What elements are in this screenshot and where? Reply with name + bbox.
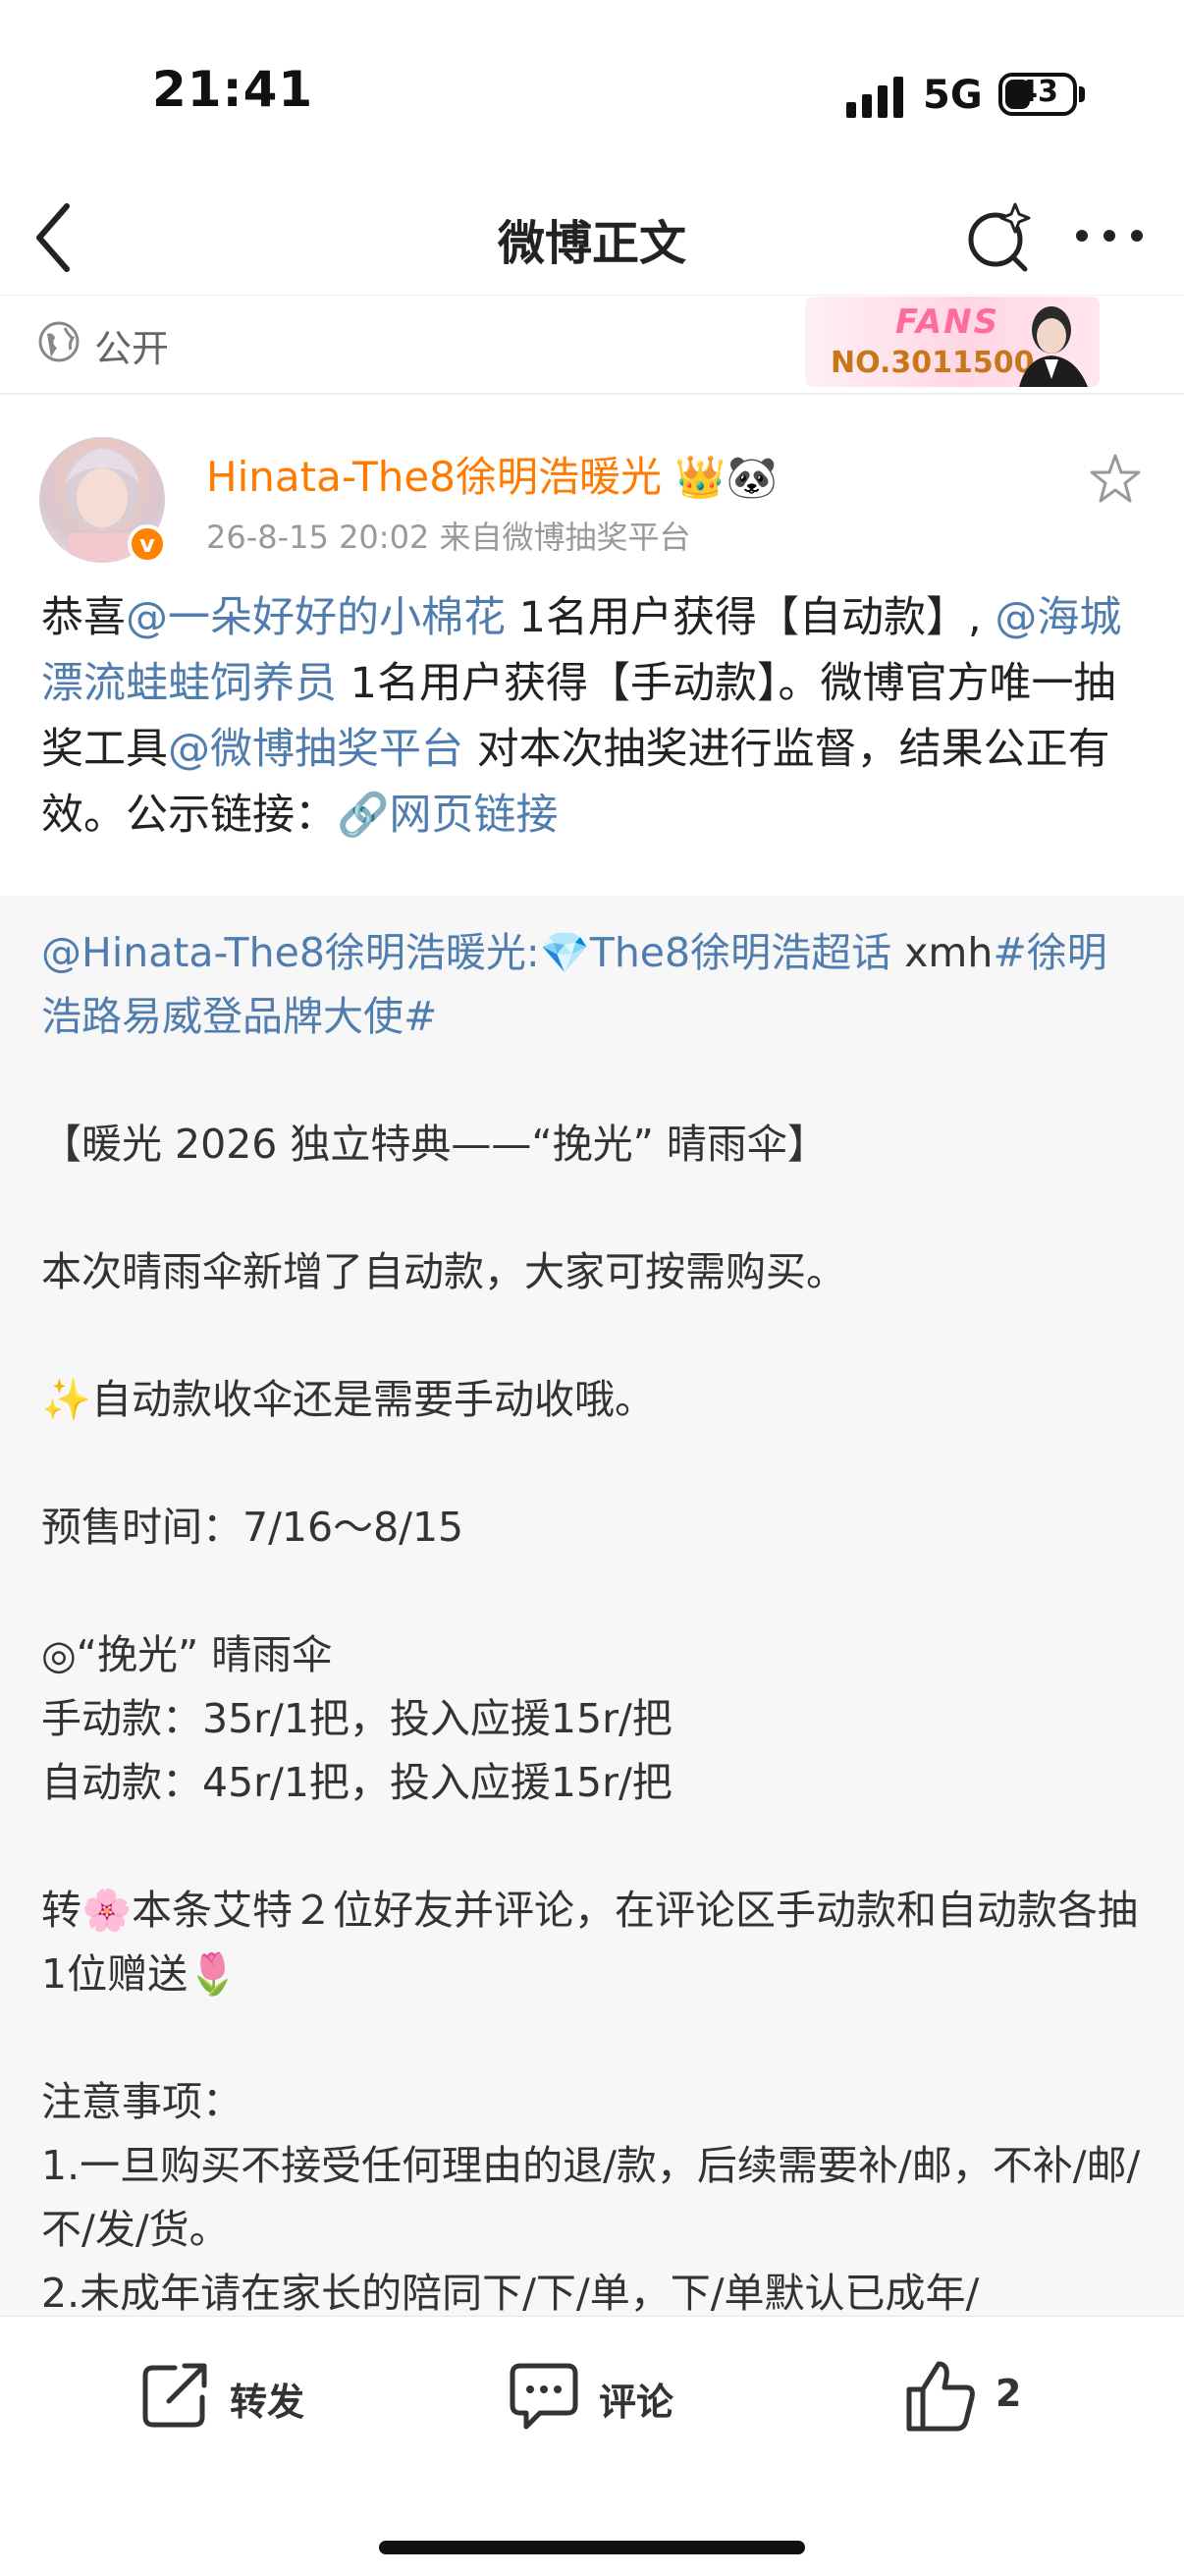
body-text-1: 恭喜: [41, 593, 126, 642]
repost-icon: [142, 2363, 207, 2428]
repost-author-mention[interactable]: @Hinata-The8徐明浩暖光:: [41, 929, 540, 976]
visibility-bar: 公开 FANS NO.3011500: [0, 297, 1184, 395]
repost-line: 手动款：35r/1把，投入应援15r/把: [41, 1695, 673, 1742]
supertopic-link[interactable]: 💎The8徐明浩超话: [540, 929, 891, 976]
globe-icon: [38, 321, 80, 362]
repost-line: 注意事项：: [41, 2078, 242, 2125]
fans-word: FANS: [895, 302, 1000, 342]
network-type: 5G: [923, 73, 983, 118]
mention-link[interactable]: @一朵好好的小棉花: [126, 593, 506, 642]
signal-icon: [846, 77, 903, 118]
comment-icon: [510, 2363, 578, 2430]
battery-tip: [1079, 86, 1085, 102]
repost-line: 预售时间：7/16～8/15: [41, 1504, 464, 1551]
battery-icon: 43: [998, 73, 1077, 116]
favorite-star-icon[interactable]: [1088, 452, 1143, 507]
body-text-2: 1名用户获得【自动款】,: [506, 593, 996, 642]
author-emoji: 👑🐼: [674, 453, 778, 501]
battery-level: 43: [1017, 75, 1058, 109]
repost-line: 转🌸本条艾特２位好友并评论，在评论区手动款和自动款各抽1位赠送🌷: [41, 1887, 1139, 1998]
nav-bar: 微博正文: [0, 177, 1184, 296]
repost-label: 转发: [230, 2381, 305, 2424]
verified-badge-icon: v: [128, 524, 167, 564]
repost-line: ✨自动款收伞还是需要手动收哦。: [41, 1376, 656, 1423]
more-icon[interactable]: [1070, 216, 1149, 255]
fans-badge[interactable]: FANS NO.3011500: [805, 297, 1100, 387]
web-link[interactable]: 🔗网页链接: [337, 791, 559, 840]
fans-badge-portrait: [1019, 306, 1088, 387]
post-body: 恭喜@一朵好好的小棉花 1名用户获得【自动款】, @海城漂流蛙蛙饲养员 1名用户…: [41, 585, 1147, 849]
refresh-search-icon[interactable]: [962, 200, 1037, 275]
repost-title: 【暖光 2026 独立特典——“挽光” 晴雨伞】: [41, 1121, 828, 1168]
repost-line: 1.一旦购买不接受任何理由的退/款，后续需要补/邮，不补/邮/不/发/货。: [41, 2142, 1141, 2253]
comment-label: 评论: [599, 2381, 674, 2424]
reposted-content[interactable]: @Hinata-The8徐明浩暖光:💎The8徐明浩超话 xmh#徐明浩路易威登…: [0, 896, 1184, 2317]
visibility-label: 公开: [94, 327, 170, 370]
repost-tail: xmh: [891, 929, 994, 976]
status-bar: 21:41 5G 43: [0, 0, 1184, 177]
thumbs-up-icon: [906, 2361, 975, 2432]
bottom-action-bar: 转发 评论 2: [0, 2316, 1184, 2576]
post-meta: 26-8-15 20:02 来自微博抽奖平台: [206, 519, 691, 556]
author-name-text: Hinata-The8徐明浩暖光: [206, 453, 662, 501]
repost-line: ◎“挽光” 晴雨伞: [41, 1631, 333, 1678]
home-indicator[interactable]: [379, 2541, 805, 2554]
status-time: 21:41: [152, 61, 314, 118]
repost-line: 本次晴雨伞新增了自动款，大家可按需购买。: [41, 1248, 846, 1295]
like-count: 2: [996, 2372, 1022, 2415]
repost-header: @Hinata-The8徐明浩暖光:💎The8徐明浩超话 xmh#徐明浩路易威登…: [41, 921, 1147, 1049]
repost-line: 自动款：45r/1把，投入应援15r/把: [41, 1759, 673, 1806]
mention-link[interactable]: @微博抽奖平台: [168, 725, 463, 774]
author-name[interactable]: Hinata-The8徐明浩暖光 👑🐼: [206, 444, 778, 504]
